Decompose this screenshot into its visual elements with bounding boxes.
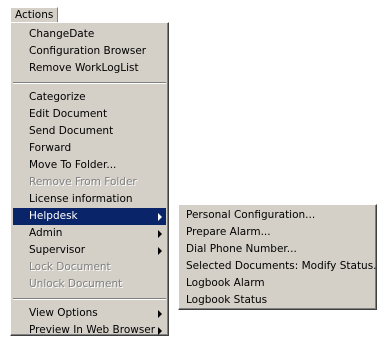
actions-dropdown-menu: ChangeDate Configuration Browser Remove … (10, 22, 169, 336)
submenu-item-dial-phone-number[interactable]: Dial Phone Number... (181, 241, 374, 258)
menu-item-view-options[interactable]: View Options (13, 305, 166, 322)
chevron-right-icon (158, 230, 162, 238)
menu-item-license-information[interactable]: License information (13, 191, 166, 208)
menu-item-preview-in-web-browser[interactable]: Preview In Web Browser (13, 322, 166, 339)
chevron-right-icon (158, 247, 162, 255)
menu-separator (13, 82, 166, 84)
helpdesk-submenu: Personal Configuration... Prepare Alarm.… (178, 204, 377, 310)
menu-item-helpdesk-label: Helpdesk (29, 210, 78, 222)
menu-item-supervisor-label: Supervisor (29, 244, 86, 256)
chevron-right-icon (158, 213, 162, 221)
chevron-right-icon (158, 327, 162, 335)
menu-item-remove-worklog-list[interactable]: Remove WorkLogList (13, 60, 166, 77)
menu-item-change-date[interactable]: ChangeDate (13, 26, 166, 43)
menu-item-move-to-folder[interactable]: Move To Folder... (13, 157, 166, 174)
menu-bar: Actions (0, 0, 377, 22)
menu-item-configuration-browser[interactable]: Configuration Browser (13, 43, 166, 60)
submenu-item-logbook-alarm[interactable]: Logbook Alarm (181, 275, 374, 292)
menu-item-admin-label: Admin (29, 227, 63, 239)
menu-item-categorize[interactable]: Categorize (13, 89, 166, 106)
menu-item-preview-label: Preview In Web Browser (29, 324, 156, 336)
menu-item-edit-document[interactable]: Edit Document (13, 106, 166, 123)
menu-item-lock-document: Lock Document (29, 261, 111, 273)
chevron-right-icon (158, 310, 162, 318)
menu-item-view-options-label: View Options (29, 307, 98, 319)
menu-item-admin[interactable]: Admin (13, 225, 166, 242)
menu-item-supervisor[interactable]: Supervisor (13, 242, 166, 259)
submenu-item-logbook-status[interactable]: Logbook Status (181, 292, 374, 309)
menu-item-unlock-document: Unlock Document (29, 278, 123, 290)
submenu-item-modify-status[interactable]: Selected Documents: Modify Status... (181, 258, 377, 275)
menu-actions[interactable]: Actions (10, 7, 59, 22)
submenu-item-personal-configuration[interactable]: Personal Configuration... (181, 207, 374, 224)
menu-item-send-document[interactable]: Send Document (13, 123, 166, 140)
menu-item-remove-from-folder: Remove From Folder (29, 176, 137, 188)
menu-item-forward[interactable]: Forward (13, 140, 166, 157)
menu-separator (13, 298, 166, 300)
menu-item-helpdesk[interactable]: Helpdesk (13, 208, 166, 225)
submenu-item-prepare-alarm[interactable]: Prepare Alarm... (181, 224, 374, 241)
